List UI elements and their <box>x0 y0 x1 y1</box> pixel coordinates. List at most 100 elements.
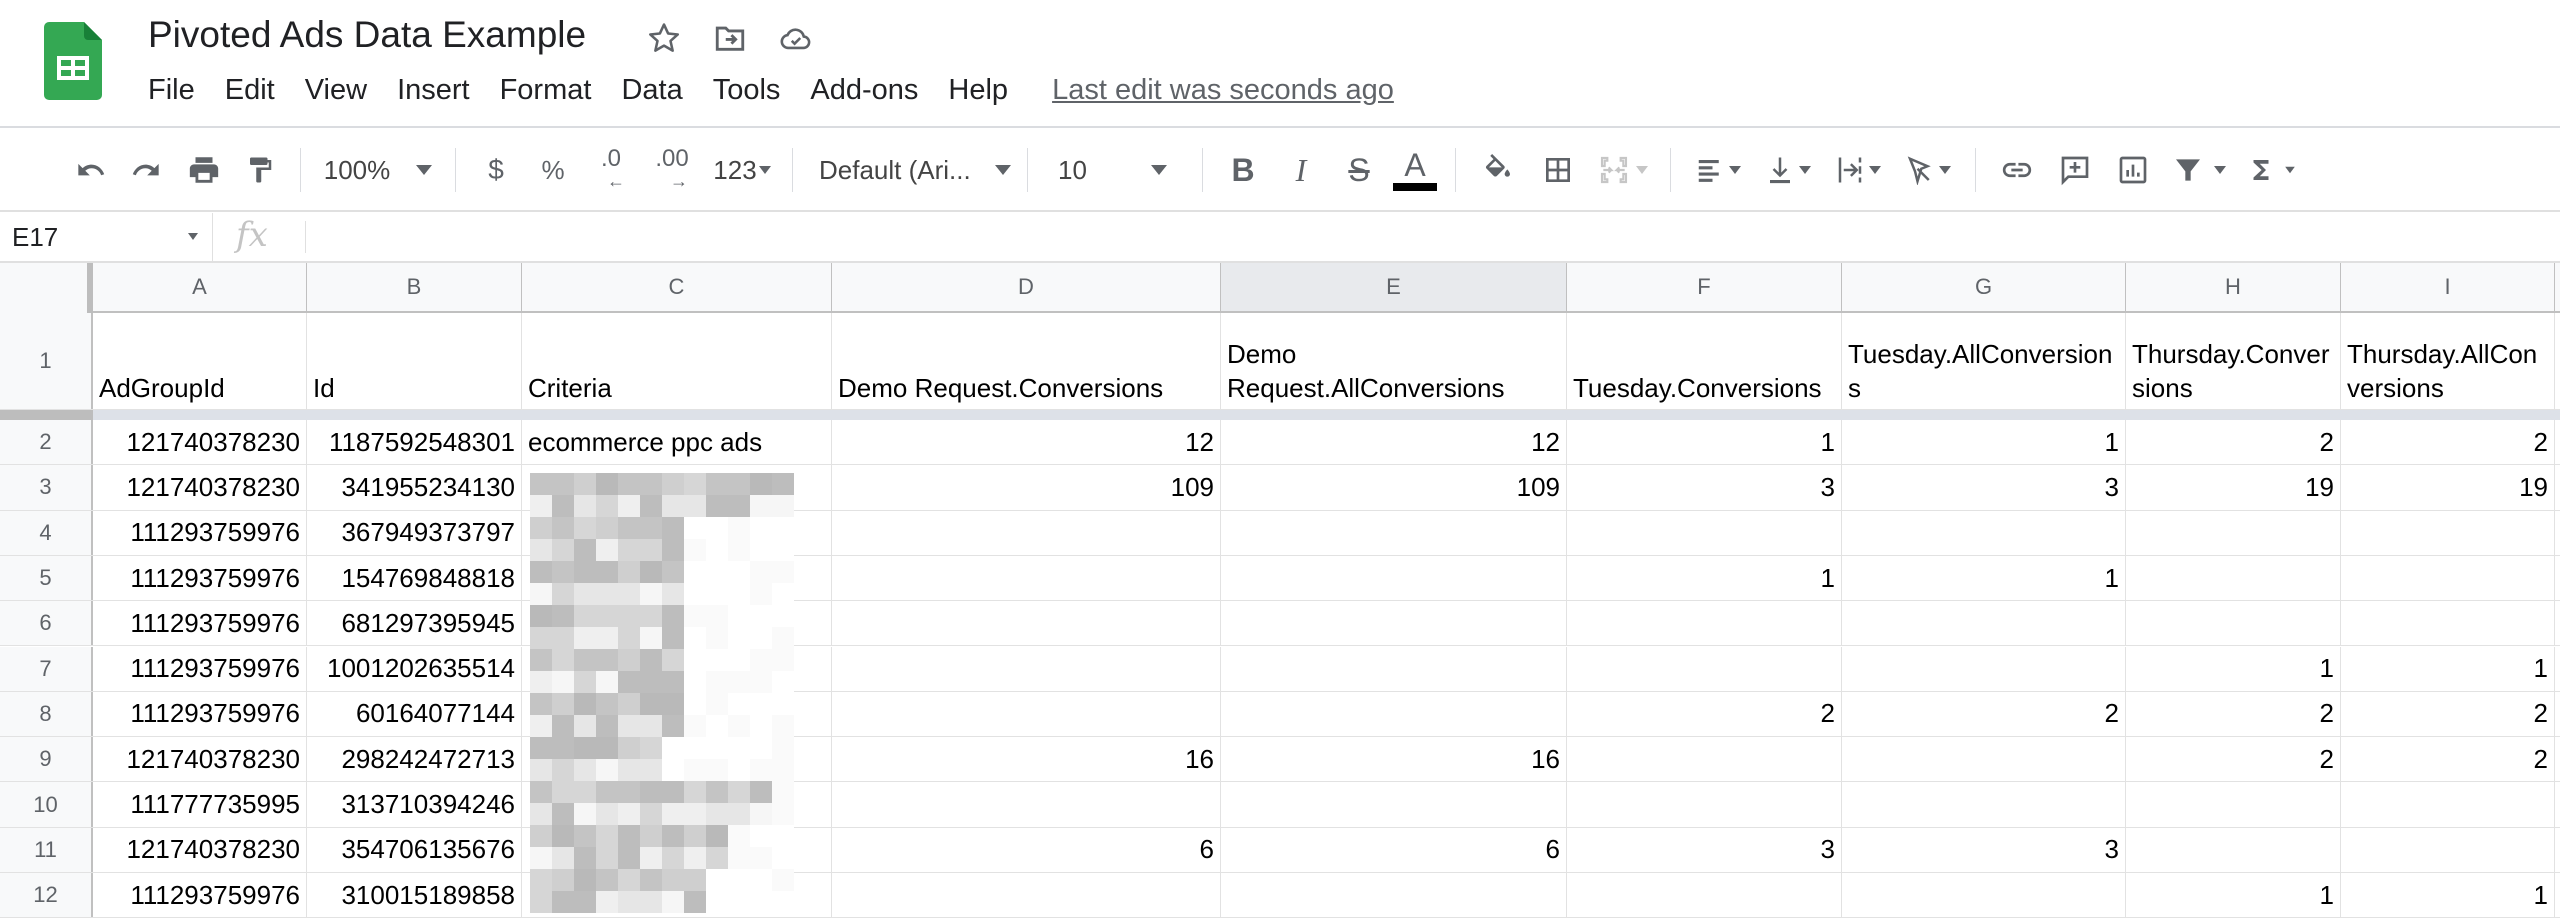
table-cell[interactable] <box>2341 827 2555 872</box>
table-cell[interactable] <box>1842 737 2126 782</box>
table-cell[interactable] <box>832 601 1221 646</box>
horizontal-align-button[interactable] <box>1683 143 1753 197</box>
vertical-align-button[interactable] <box>1753 143 1823 197</box>
table-cell[interactable] <box>2126 827 2341 872</box>
table-cell[interactable]: 109 <box>1221 465 1567 510</box>
table-cell[interactable] <box>522 737 832 782</box>
table-cell[interactable]: 111293759976 <box>93 873 307 918</box>
table-cell[interactable]: 1 <box>1567 555 1842 601</box>
table-cell[interactable] <box>1567 510 1842 555</box>
header-cell[interactable]: AdGroupId <box>93 313 307 409</box>
table-cell[interactable] <box>522 873 832 918</box>
table-cell[interactable] <box>522 465 832 510</box>
menu-add-ons[interactable]: Add-ons <box>810 74 918 107</box>
document-title[interactable]: Pivoted Ads Data Example <box>148 14 586 56</box>
paint-format-icon[interactable] <box>232 143 288 197</box>
table-cell[interactable]: 19 <box>2126 465 2341 510</box>
table-cell[interactable]: 16 <box>1221 737 1567 782</box>
table-cell[interactable] <box>832 555 1221 601</box>
table-cell[interactable] <box>1567 737 1842 782</box>
table-cell[interactable]: 310015189858 <box>307 873 522 918</box>
bold-button[interactable]: B <box>1215 143 1271 197</box>
column-header-i[interactable]: I <box>2341 263 2555 311</box>
row-header[interactable]: 4 <box>0 510 93 555</box>
table-cell[interactable]: 2 <box>2126 737 2341 782</box>
table-cell[interactable] <box>2341 510 2555 555</box>
row-header[interactable]: 12 <box>0 873 93 918</box>
table-cell[interactable] <box>1842 601 2126 646</box>
table-cell[interactable]: 298242472713 <box>307 737 522 782</box>
move-to-folder-icon[interactable] <box>712 20 748 56</box>
table-cell[interactable]: 1 <box>2126 873 2341 918</box>
table-cell[interactable] <box>522 555 832 601</box>
header-cell[interactable]: Id <box>307 313 522 409</box>
column-header-d[interactable]: D <box>832 263 1221 311</box>
name-box[interactable]: E17 <box>0 213 213 261</box>
table-cell[interactable]: 16 <box>832 737 1221 782</box>
row-header[interactable]: 7 <box>0 646 93 691</box>
table-cell[interactable]: 367949373797 <box>307 510 522 555</box>
header-cell[interactable]: Demo Request.AllConversions <box>1221 313 1567 409</box>
table-cell[interactable]: 341955234130 <box>307 465 522 510</box>
column-header-h[interactable]: H <box>2126 263 2341 311</box>
font-family-select[interactable]: Default (Ari... <box>805 143 1015 197</box>
table-cell[interactable]: 3 <box>1842 827 2126 872</box>
table-cell[interactable] <box>522 646 832 691</box>
table-cell[interactable] <box>522 691 832 737</box>
table-cell[interactable]: 111293759976 <box>93 510 307 555</box>
table-cell[interactable]: 111293759976 <box>93 601 307 646</box>
row-header[interactable]: 10 <box>0 782 93 827</box>
insert-link-icon[interactable] <box>1988 143 2046 197</box>
table-cell[interactable]: 12 <box>1221 420 1567 465</box>
table-cell[interactable] <box>522 827 832 872</box>
table-cell[interactable] <box>2126 601 2341 646</box>
table-cell[interactable]: 109 <box>832 465 1221 510</box>
table-cell[interactable] <box>1842 646 2126 691</box>
column-header-b[interactable]: B <box>307 263 522 311</box>
decrease-decimal-button[interactable]: .0 ← <box>582 143 640 197</box>
table-cell[interactable]: 6 <box>1221 827 1567 872</box>
table-cell[interactable] <box>522 510 832 555</box>
table-cell[interactable]: 3 <box>1567 827 1842 872</box>
table-cell[interactable]: 1001202635514 <box>307 646 522 691</box>
redo-icon[interactable] <box>116 143 176 197</box>
frozen-row-divider[interactable] <box>0 410 2560 420</box>
menu-format[interactable]: Format <box>500 74 592 107</box>
table-cell[interactable] <box>1842 510 2126 555</box>
table-cell[interactable] <box>832 873 1221 918</box>
column-header-g[interactable]: G <box>1842 263 2126 311</box>
table-cell[interactable]: 1 <box>1842 420 2126 465</box>
table-cell[interactable]: 60164077144 <box>307 691 522 737</box>
strikethrough-button[interactable]: S <box>1331 143 1387 197</box>
table-cell[interactable]: 6 <box>832 827 1221 872</box>
header-cell[interactable]: Tuesday.AllConversions <box>1842 313 2126 409</box>
table-cell[interactable]: 354706135676 <box>307 827 522 872</box>
text-color-button[interactable]: A <box>1387 143 1443 197</box>
table-cell[interactable]: 111777735995 <box>93 782 307 827</box>
row-header[interactable]: 2 <box>0 420 93 465</box>
header-cell[interactable]: Criteria <box>522 313 832 409</box>
text-rotation-button[interactable] <box>1893 143 1963 197</box>
menu-data[interactable]: Data <box>621 74 682 107</box>
row-header[interactable]: 8 <box>0 691 93 737</box>
row-header[interactable]: 5 <box>0 555 93 601</box>
table-cell[interactable] <box>1567 782 1842 827</box>
increase-decimal-button[interactable]: .00 → <box>640 143 704 197</box>
table-cell[interactable] <box>1221 601 1567 646</box>
table-cell[interactable]: 313710394246 <box>307 782 522 827</box>
table-cell[interactable] <box>1221 873 1567 918</box>
table-cell[interactable] <box>1567 873 1842 918</box>
menu-view[interactable]: View <box>305 74 367 107</box>
table-cell[interactable]: 154769848818 <box>307 555 522 601</box>
table-cell[interactable] <box>1842 873 2126 918</box>
last-edit-link[interactable]: Last edit was seconds ago <box>1052 74 1394 107</box>
formula-input[interactable] <box>320 213 2560 261</box>
filter-button[interactable] <box>2162 143 2236 197</box>
table-cell[interactable] <box>2341 601 2555 646</box>
table-cell[interactable]: 2 <box>1842 691 2126 737</box>
text-wrapping-button[interactable] <box>1823 143 1893 197</box>
merge-cells-button[interactable] <box>1588 143 1658 197</box>
table-cell[interactable]: 121740378230 <box>93 827 307 872</box>
table-cell[interactable]: 2 <box>2126 691 2341 737</box>
table-cell[interactable] <box>1221 646 1567 691</box>
